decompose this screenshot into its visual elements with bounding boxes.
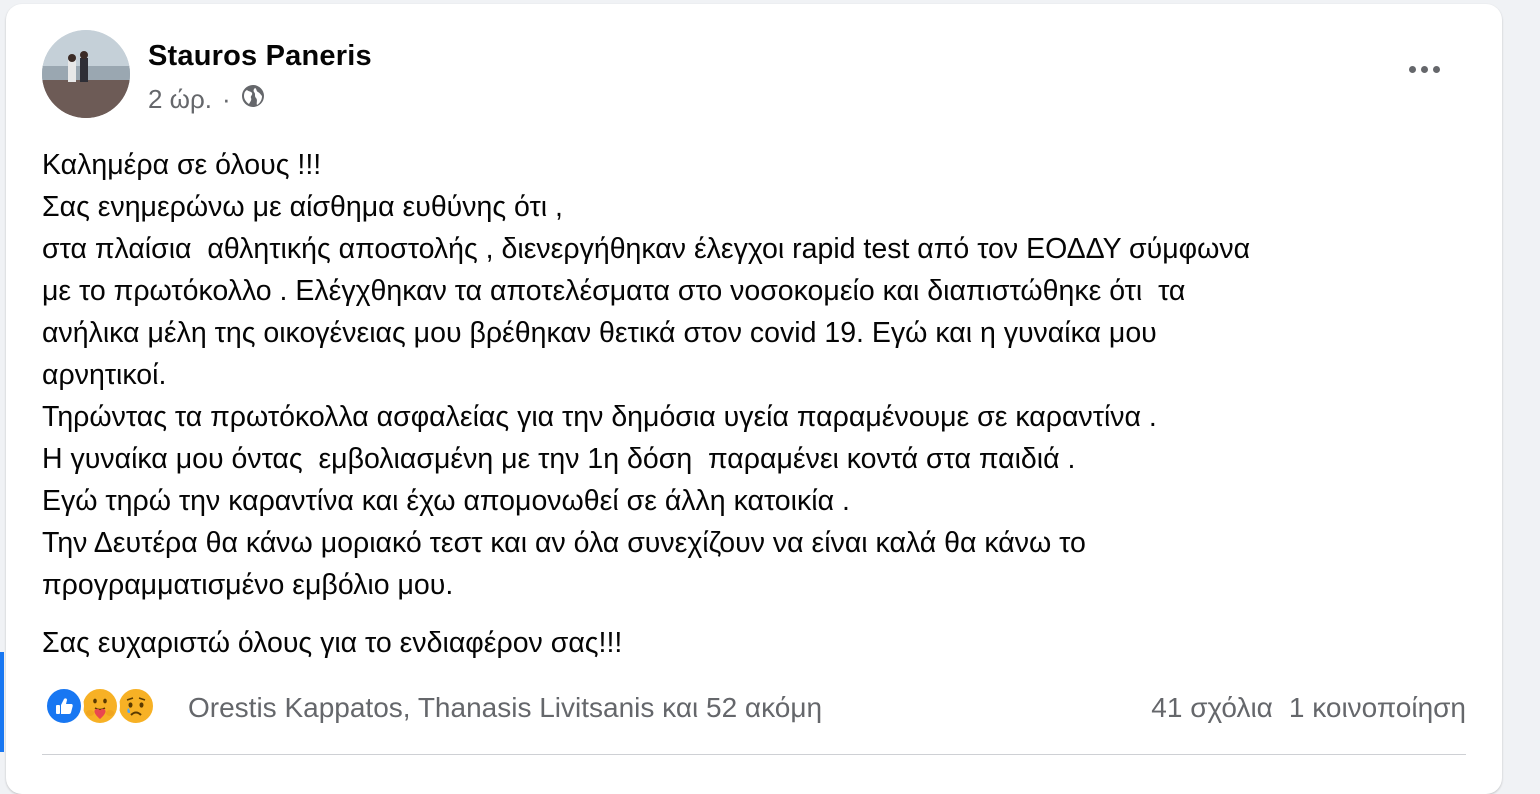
focus-indicator [0, 652, 4, 752]
post-line: Καλημέρα σε όλους !!! [42, 149, 322, 181]
post-line: Εγώ τηρώ την καραντίνα και έχω απομονωθε… [42, 485, 850, 517]
divider [42, 754, 1466, 755]
post-line: Η γυναίκα μου όντας εμβολιασμένη με την … [42, 443, 1076, 475]
post-line: στα πλαίσια αθλητικής αποστολής , διενερ… [42, 233, 1251, 265]
sad-icon [116, 686, 156, 726]
post-line: αρνητικοί. [42, 359, 167, 391]
like-icon [44, 686, 84, 726]
engagement-counts: 41 σχόλια 1 κοινοποίηση [1151, 692, 1466, 724]
post-meta: 2 ώρ. · [148, 84, 265, 115]
reaction-icons[interactable] [44, 686, 156, 726]
care-icon [80, 686, 120, 726]
comments-count[interactable]: 41 σχόλια [1151, 692, 1273, 724]
post-time[interactable]: 2 ώρ. [148, 84, 212, 115]
post-text: Καλημέρα σε όλους !!! Σας ενημερώνω με α… [42, 144, 1482, 664]
shares-count[interactable]: 1 κοινοποίηση [1289, 692, 1466, 724]
post-line: ανήλικα μέλη της οικογένειας μου βρέθηκα… [42, 317, 1157, 349]
author-name[interactable]: Stauros Paneris [148, 40, 372, 73]
globe-icon[interactable] [241, 84, 265, 115]
post-line: Τηρώντας τα πρωτόκολλα ασφαλείας για την… [42, 401, 1157, 433]
reaction-names[interactable]: Orestis Kappatos, Thanasis Livitsanis κα… [188, 692, 822, 724]
post-line: προγραμματισμένο εμβόλιο μου. [42, 569, 454, 601]
post-line: Την Δευτέρα θα κάνω μοριακό τεστ και αν … [42, 527, 1086, 559]
post-card: Stauros Paneris 2 ώρ. · Καλημέρα σε όλου… [6, 4, 1502, 794]
avatar[interactable] [42, 30, 130, 118]
more-horizontal-icon[interactable] [1402, 54, 1446, 84]
post-closing: Σας ευχαριστώ όλους για το ενδιαφέρον σα… [42, 627, 623, 659]
avatar-photo [42, 30, 130, 118]
meta-separator: · [222, 84, 231, 114]
post-line: Σας ενημερώνω με αίσθημα ευθύνης ότι , [42, 191, 563, 223]
post-line: με το πρωτόκολλο . Ελέγχθηκαν τα αποτελέ… [42, 275, 1186, 307]
